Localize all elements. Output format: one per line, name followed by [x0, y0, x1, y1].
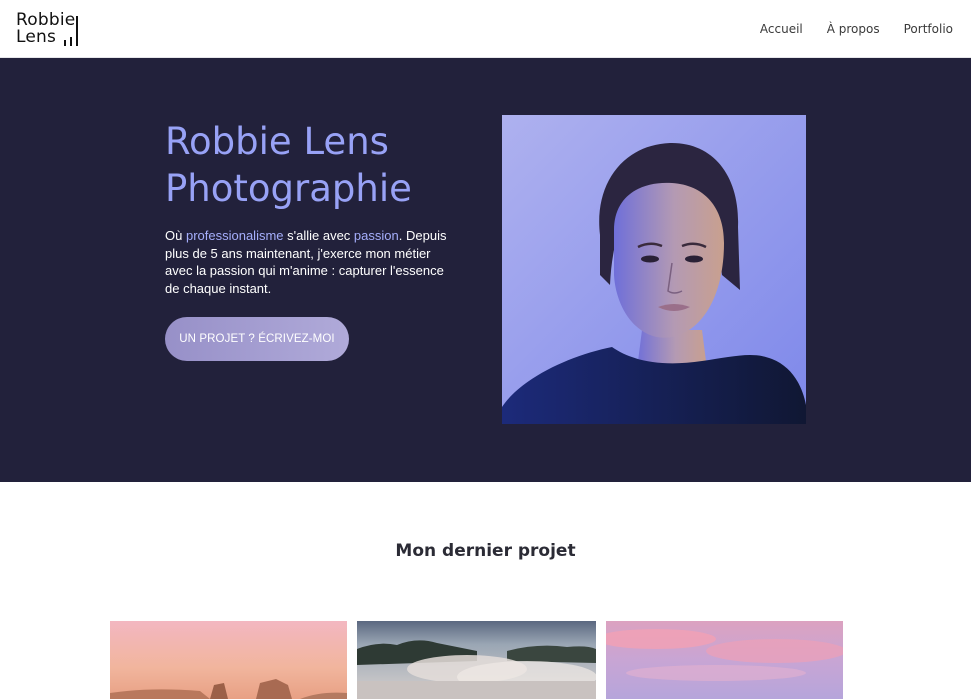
geothermal-lake-image [357, 621, 596, 699]
coastal-rocks-image [110, 621, 347, 699]
hero-title-line1: Robbie Lens [165, 120, 389, 163]
hero-text-prefix: Où [165, 228, 186, 243]
contact-cta-button[interactable]: UN PROJET ? ÉCRIVEZ-MOI [165, 317, 349, 361]
hero-title-line2: Photographie [165, 167, 412, 210]
project-thumbnail-1[interactable] [110, 621, 347, 699]
hero-text-middle: s'allie avec [283, 228, 354, 243]
pink-sky-image [606, 621, 843, 699]
nav-item-portfolio[interactable]: Portfolio [904, 22, 953, 38]
portrait-photo [502, 115, 806, 424]
site-header: Robbie Lens Accueil À propos Portfolio [0, 0, 971, 58]
main-nav: Accueil À propos Portfolio [760, 22, 953, 38]
section-title: Mon dernier projet [395, 541, 576, 561]
project-thumbnail-3[interactable] [606, 621, 843, 699]
hero-text-suffix: . [398, 228, 403, 243]
hero-description: Où professionalisme s'allie avec passion… [165, 227, 450, 297]
hero-title: Robbie Lens Photographie [165, 118, 465, 212]
hero-highlight-passion: passion [353, 228, 399, 243]
hero-highlight-professionalisme: professionalisme [185, 228, 284, 243]
hero-section: Robbie Lens Photographie Où professional… [0, 58, 971, 482]
project-thumbnail-2[interactable] [357, 621, 596, 699]
nav-item-a-propos[interactable]: À propos [827, 22, 880, 38]
portrait-illustration [502, 115, 806, 424]
brand-logo[interactable]: Robbie Lens [16, 12, 80, 48]
nav-item-accueil[interactable]: Accueil [760, 22, 803, 38]
logo-bars-icon [64, 16, 84, 46]
